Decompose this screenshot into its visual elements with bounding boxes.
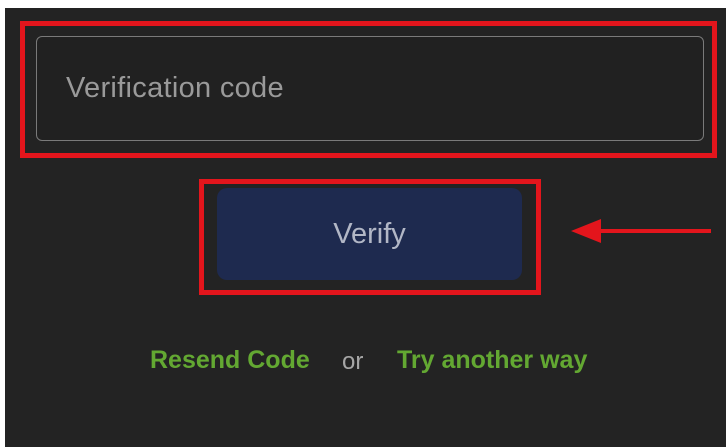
arrow-left-icon [571, 219, 711, 243]
alternate-actions-row: Resend Code or Try another way [0, 340, 726, 380]
verify-button[interactable]: Verify [217, 188, 522, 280]
try-another-way-link[interactable]: Try another way [397, 346, 587, 375]
or-separator: or [342, 348, 364, 375]
resend-code-link[interactable]: Resend Code [150, 346, 310, 375]
verification-code-input[interactable] [36, 36, 704, 141]
